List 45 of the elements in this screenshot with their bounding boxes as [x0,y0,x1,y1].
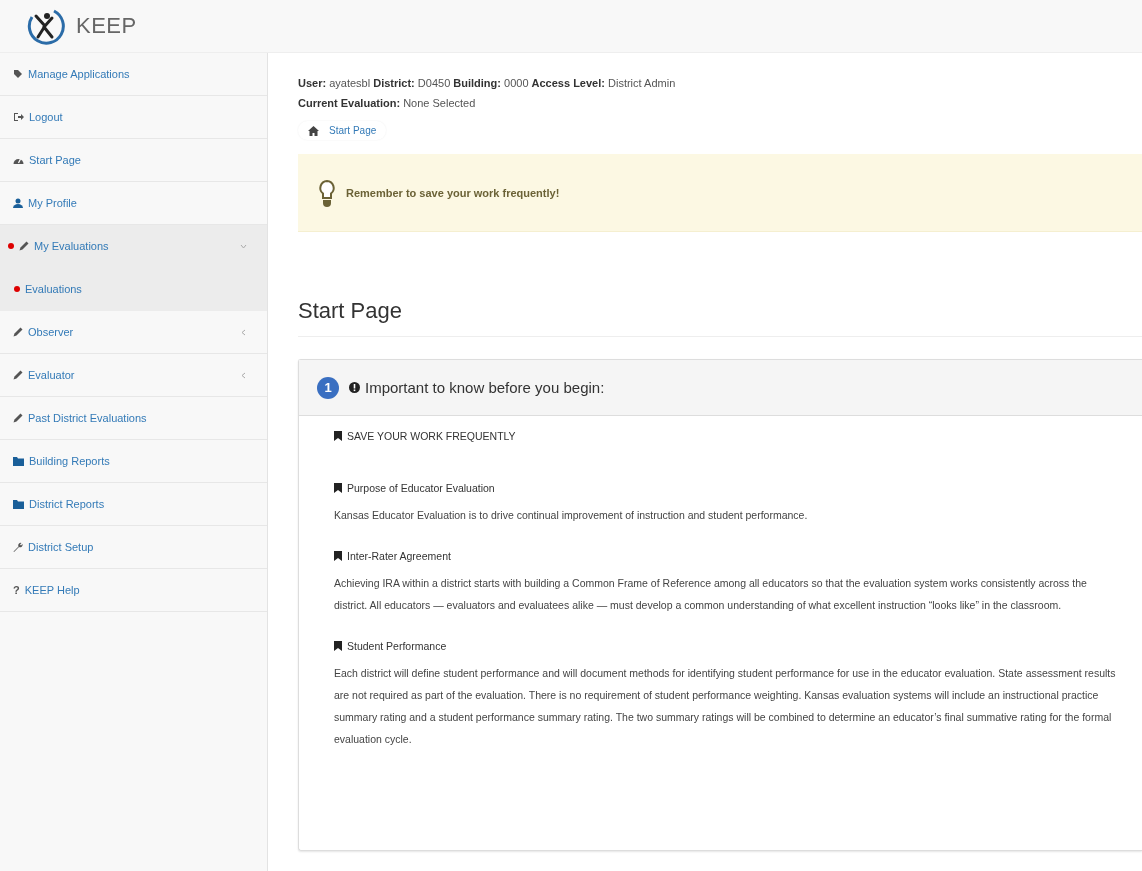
pencil-icon [19,241,29,251]
section-heading: Inter-Rater Agreement [347,550,451,562]
sidebar-item[interactable]: Observer [0,311,267,354]
sidebar-item[interactable]: Logout [0,96,267,139]
user-info-text: User: ayatesbl District: D0450 Building: 0000 Access Level: District Admin [298,76,677,91]
folder-icon [13,499,24,509]
bookmark-icon [334,483,342,493]
pencil-icon [13,413,23,423]
pencil-icon [13,370,23,380]
wrench-icon [13,542,23,552]
sidebar-item[interactable]: District Setup [0,526,267,569]
sidebar-item[interactable]: Start Page [0,139,267,182]
sidebar-item[interactable]: District Reports [0,483,267,526]
sidebar-item[interactable]: ? KEEP Help [0,569,267,612]
step-number: 1 [317,376,339,399]
app-name: KEEP [76,13,137,39]
bookmark-icon [334,551,342,561]
bookmark-icon [334,641,342,651]
tag-icon [13,69,23,79]
exclamation-circle-icon [349,382,360,393]
sign-out-icon [13,112,24,122]
user-icon [13,198,23,208]
section-text: Achieving IRA within a district starts with building a Common Frame of Reference among all educators so that the evaluation system works consistently across the district. All educators — evaluators and evaluatees alike — must develop a common understanding of what excellent instruction “looks like” in the classroom. [334,576,1088,613]
home-icon[interactable] [308,125,319,136]
lightbulb-icon [318,178,336,207]
section-text: Each district will define student performance and will document methods for identifying student performance for use in the educator evaluation. State assessment results are not required as part of the evaluation. There is no requirement of student performance weighting. Kansas evaluation systems will include an instructional practice summary rating and a student performance summary rating. The two summary ratings will be combined to determine an educator’s final summative rating for the formal evaluation cycle. [334,666,1117,747]
sidebar-item[interactable]: Building Reports [0,440,267,483]
alert-text: Remember to save your work frequently! [346,186,560,199]
sidebar-item[interactable]: Manage Applications [0,53,267,96]
sidebar-item[interactable]: Evaluator [0,354,267,397]
page-title: Start Page [298,298,1142,337]
section-heading: Student Performance [347,640,447,652]
section-text: Kansas Educator Evaluation is to drive continual improvement of instruction and student performance. [334,508,809,523]
sidebar-item[interactable]: Evaluations [0,268,267,311]
pencil-icon [13,327,23,337]
section-heading: SAVE YOUR WORK FREQUENTLY [347,430,516,442]
breadcrumb-link[interactable]: Start Page [329,125,377,136]
help-icon: ? [13,584,20,596]
user-info-text: Current Evaluation: None Selected [298,96,477,111]
folder-icon [13,456,24,466]
panel-title: Important to know before you begin: [365,379,605,396]
sidebar-item[interactable]: Past District Evaluations [0,397,267,440]
bookmark-icon [334,431,342,441]
section-heading: Purpose of Educator Evaluation [347,482,495,494]
sidebar-item[interactable]: My Evaluations [0,225,267,268]
